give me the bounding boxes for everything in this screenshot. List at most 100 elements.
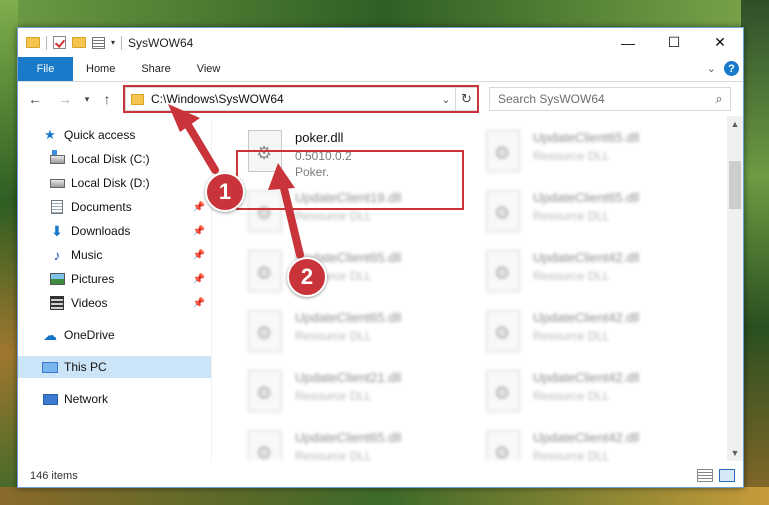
toolbar-separator bbox=[46, 35, 47, 50]
step-marker-1: 1 bbox=[205, 172, 245, 212]
folder-icon[interactable] bbox=[26, 37, 40, 48]
list-item[interactable]: ⚙ UpdateClient65.dll Resource DLL bbox=[238, 244, 468, 304]
minimize-button[interactable]: — bbox=[605, 28, 651, 57]
sidebar-item-documents[interactable]: Documents 📌 bbox=[18, 196, 211, 218]
search-box[interactable]: ⌕ bbox=[489, 87, 731, 111]
window-title: SysWOW64 bbox=[128, 35, 194, 50]
sidebar-item-videos[interactable]: Videos 📌 bbox=[18, 292, 211, 314]
sidebar-item-label: Local Disk (C:) bbox=[71, 152, 150, 166]
back-arrow-icon[interactable]: ← bbox=[26, 91, 44, 107]
forward-arrow-icon[interactable]: → bbox=[56, 91, 74, 107]
sidebar-item-quick-access[interactable]: ★ Quick access bbox=[18, 124, 211, 146]
details-view-icon[interactable] bbox=[697, 469, 713, 482]
file-description: Resource DLL bbox=[533, 329, 610, 343]
list-item[interactable]: ⚙ UpdateClient65.dll Resource DLL bbox=[476, 124, 706, 184]
large-icons-view-icon[interactable] bbox=[719, 469, 735, 482]
tab-file[interactable]: File bbox=[18, 57, 73, 81]
properties-check-icon[interactable] bbox=[53, 36, 66, 49]
sidebar-item-local-disk-c[interactable]: Local Disk (C:) bbox=[18, 148, 211, 170]
pin-icon[interactable]: 📌 bbox=[193, 274, 205, 285]
dll-file-icon: ⚙ bbox=[486, 130, 520, 172]
dll-file-icon: ⚙ bbox=[486, 370, 520, 412]
item-count: 146 items bbox=[30, 470, 78, 482]
expand-ribbon-chevron-icon[interactable]: ⌄ bbox=[707, 62, 716, 75]
file-name: UpdateClient42.dll bbox=[533, 370, 640, 385]
star-icon: ★ bbox=[44, 127, 56, 142]
tab-home[interactable]: Home bbox=[73, 57, 128, 81]
sidebar-item-label: Network bbox=[64, 392, 109, 406]
customize-toolbar-dropdown-icon[interactable]: ▾ bbox=[111, 38, 115, 47]
file-description: Resource DLL bbox=[533, 269, 610, 283]
search-icon[interactable]: ⌕ bbox=[708, 91, 730, 107]
maximize-button[interactable]: ☐ bbox=[651, 28, 697, 57]
title-bar: ▾ SysWOW64 — ☐ ✕ bbox=[18, 28, 743, 57]
pin-icon[interactable]: 📌 bbox=[193, 298, 205, 309]
pin-icon[interactable]: 📌 bbox=[193, 250, 205, 261]
vertical-scrollbar[interactable]: ▲ ▼ bbox=[727, 116, 743, 461]
recent-locations-chevron-icon[interactable]: ▾ bbox=[78, 94, 96, 105]
file-description: Resource DLL bbox=[533, 449, 610, 460]
step-marker-2: 2 bbox=[287, 257, 327, 297]
sidebar-item-pictures[interactable]: Pictures 📌 bbox=[18, 268, 211, 290]
list-item[interactable]: ⚙ UpdateClient21.dll Resource DLL bbox=[238, 364, 468, 424]
sidebar-item-this-pc[interactable]: This PC bbox=[18, 356, 211, 378]
tab-view[interactable]: View bbox=[184, 57, 234, 81]
file-name: UpdateClient65.dll bbox=[295, 430, 402, 445]
sidebar-item-local-disk-d[interactable]: Local Disk (D:) bbox=[18, 172, 211, 194]
pin-icon[interactable]: 📌 bbox=[193, 202, 205, 213]
file-description: Resource DLL bbox=[295, 209, 372, 223]
up-arrow-icon[interactable]: ↑ bbox=[98, 91, 116, 107]
network-icon bbox=[42, 393, 58, 405]
list-item[interactable]: ⚙ UpdateClient65.dll Resource DLL bbox=[238, 424, 468, 460]
status-bar: 146 items bbox=[18, 465, 743, 487]
file-name: UpdateClient42.dll bbox=[533, 250, 640, 265]
tab-share[interactable]: Share bbox=[128, 57, 183, 81]
dll-file-icon: ⚙ bbox=[248, 250, 282, 292]
list-item[interactable]: ⚙ UpdateClient65.dll Resource DLL bbox=[238, 304, 468, 364]
cloud-icon: ☁ bbox=[43, 326, 57, 343]
pane-divider[interactable] bbox=[211, 120, 212, 462]
navigation-bar: ← → ▾ ↑ C:\Windows\SysWOW64 ⌄ ↻ ⌕ bbox=[18, 83, 743, 115]
dll-file-icon: ⚙ bbox=[486, 250, 520, 292]
list-item[interactable]: ⚙ UpdateClient42.dll Resource DLL bbox=[476, 364, 706, 424]
downloads-icon: ⬇ bbox=[51, 222, 63, 239]
list-item[interactable]: ⚙ UpdateClient42.dll Resource DLL bbox=[476, 424, 706, 460]
file-name: UpdateClient42.dll bbox=[533, 430, 640, 445]
list-item[interactable]: ⚙ UpdateClient42.dll Resource DLL bbox=[476, 304, 706, 364]
sidebar-item-label: Local Disk (D:) bbox=[71, 176, 150, 190]
ribbon-tabs: File Home Share View ⌄ ? bbox=[18, 57, 743, 82]
search-input[interactable] bbox=[498, 92, 708, 106]
file-description: Resource DLL bbox=[295, 329, 372, 343]
list-item[interactable]: ⚙ UpdateClient65.dll Resource DLL bbox=[476, 184, 706, 244]
toolbar-separator bbox=[121, 35, 123, 50]
sidebar-item-label: Documents bbox=[71, 200, 132, 214]
sidebar-item-label: Music bbox=[71, 248, 103, 262]
sidebar-item-label: OneDrive bbox=[64, 328, 115, 342]
close-button[interactable]: ✕ bbox=[697, 28, 743, 57]
properties-icon[interactable] bbox=[92, 36, 105, 49]
sidebar-item-label: Videos bbox=[71, 296, 108, 310]
sidebar-item-music[interactable]: ♪ Music 📌 bbox=[18, 244, 211, 266]
address-highlight-frame bbox=[123, 85, 479, 113]
list-item[interactable]: ⚙ UpdateClient42.dll Resource DLL bbox=[476, 244, 706, 304]
pin-icon[interactable]: 📌 bbox=[193, 226, 205, 237]
file-description: Resource DLL bbox=[533, 149, 610, 163]
quick-access-toolbar: ▾ bbox=[26, 35, 123, 50]
scroll-up-arrow-icon[interactable]: ▲ bbox=[727, 116, 743, 132]
scroll-thumb[interactable] bbox=[729, 161, 741, 209]
view-switcher bbox=[697, 469, 735, 482]
file-description: Resource DLL bbox=[295, 449, 372, 460]
file-description: Resource DLL bbox=[533, 209, 610, 223]
dll-file-icon: ⚙ bbox=[248, 370, 282, 412]
new-folder-icon[interactable] bbox=[72, 37, 86, 48]
file-name: UpdateClient42.dll bbox=[533, 310, 640, 325]
dll-file-icon: ⚙ bbox=[486, 310, 520, 352]
sidebar-item-network[interactable]: Network bbox=[18, 388, 211, 410]
sidebar-item-downloads[interactable]: ⬇ Downloads 📌 bbox=[18, 220, 211, 242]
sidebar-item-onedrive[interactable]: ☁ OneDrive bbox=[18, 324, 211, 346]
help-icon[interactable]: ? bbox=[724, 61, 739, 76]
explorer-window: ▾ SysWOW64 — ☐ ✕ File Home Share View ⌄ … bbox=[17, 27, 744, 488]
pc-icon bbox=[42, 361, 58, 373]
scroll-down-arrow-icon[interactable]: ▼ bbox=[727, 445, 743, 461]
documents-icon bbox=[51, 200, 63, 214]
